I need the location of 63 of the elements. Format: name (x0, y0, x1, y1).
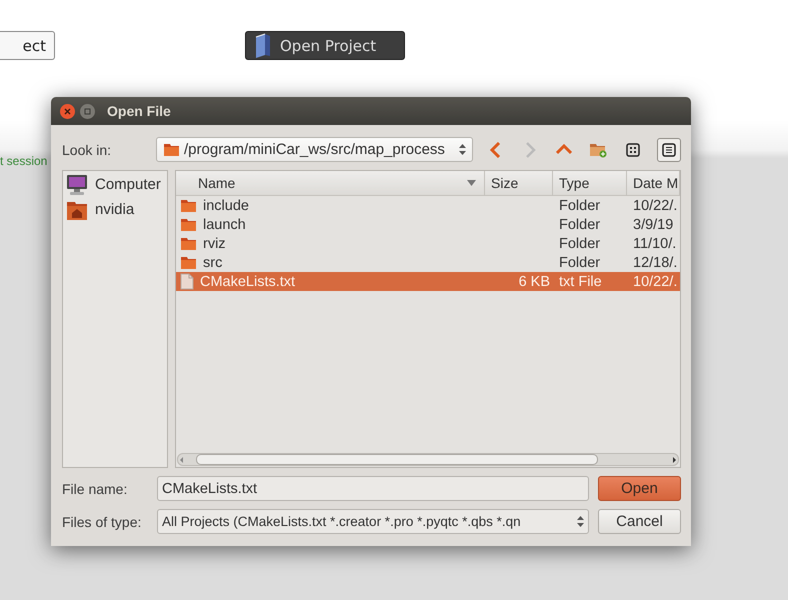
grid-icon (626, 142, 640, 156)
window-title: Open File (107, 103, 171, 119)
folder-icon (180, 255, 197, 270)
file-date: 10/22/. (633, 274, 678, 290)
sort-caret-icon (467, 180, 476, 186)
scroll-right-icon[interactable] (670, 456, 678, 464)
file-size: 6 KB (518, 274, 550, 290)
close-button[interactable] (60, 104, 75, 118)
file-date: 10/22/. (633, 198, 678, 214)
status-text: t session (0, 154, 48, 168)
square-icon (84, 108, 91, 114)
file-type: Folder (559, 216, 600, 232)
file-name: include (203, 198, 249, 214)
sidebar-item[interactable]: nvidia (66, 197, 164, 222)
project-button[interactable]: ect (0, 31, 55, 60)
file-type: Folder (559, 236, 600, 252)
file-row[interactable]: include Folder 10/22/. (176, 196, 680, 215)
look-in-dropdown[interactable]: /program/miniCar_ws/src/map_process (156, 137, 473, 162)
file-name: rviz (203, 236, 226, 252)
file-type: txt File (559, 274, 602, 290)
horizontal-scrollbar[interactable] (177, 453, 679, 466)
new-folder-icon (589, 142, 607, 158)
folder-icon (180, 217, 197, 232)
scroll-left-icon[interactable] (178, 456, 186, 464)
file-name: CMakeLists.txt (200, 274, 296, 290)
folder-icon (180, 198, 197, 213)
file-date: 11/10/. (633, 236, 676, 252)
folder-icon (180, 236, 197, 251)
column-header[interactable]: Type (553, 171, 627, 195)
file-date: 3/9/19 (633, 216, 674, 232)
book-icon (254, 32, 272, 58)
file-name-label: File name: (62, 480, 128, 496)
file-type-dropdown[interactable]: All Projects (CMakeLists.txt *.creator *.pro *.pyqtc *.qbs *.qn (157, 509, 589, 534)
file-type-label: Files of type: (62, 514, 142, 530)
file-name: launch (203, 216, 246, 232)
column-header[interactable]: Name (176, 171, 485, 195)
column-header[interactable]: Date M (627, 171, 680, 195)
open-button[interactable]: Open (598, 476, 681, 501)
folder-icon (163, 142, 180, 157)
column-header[interactable]: Size (485, 171, 553, 195)
file-row[interactable]: launch Folder 3/9/19 (176, 215, 680, 234)
close-icon (64, 108, 71, 114)
chevron-up-icon (556, 144, 572, 155)
file-type: Folder (559, 254, 600, 270)
open-project-button[interactable]: Open Project (245, 31, 405, 60)
cancel-button[interactable]: Cancel (598, 509, 681, 534)
sidebar-item[interactable]: Computer (66, 172, 164, 197)
spin-arrows-icon (459, 143, 466, 156)
file-date: 12/18/. (633, 254, 678, 270)
file-name-field[interactable]: CMakeLists.txt (157, 476, 589, 501)
document-icon (180, 273, 194, 290)
file-name: src (203, 254, 222, 270)
list-icon (662, 142, 676, 156)
file-type: Folder (559, 198, 600, 214)
detail-view-button[interactable] (657, 138, 681, 162)
file-row[interactable]: src Folder 12/18/. (176, 253, 680, 272)
look-in-label: Look in: (62, 142, 112, 158)
file-row[interactable]: rviz Folder 11/10/. (176, 234, 680, 253)
chevron-right-icon (524, 142, 536, 158)
computer-icon (66, 174, 88, 196)
minimize-button[interactable] (80, 104, 95, 118)
chevron-left-icon (490, 142, 502, 158)
spin-arrows-icon (577, 515, 584, 528)
